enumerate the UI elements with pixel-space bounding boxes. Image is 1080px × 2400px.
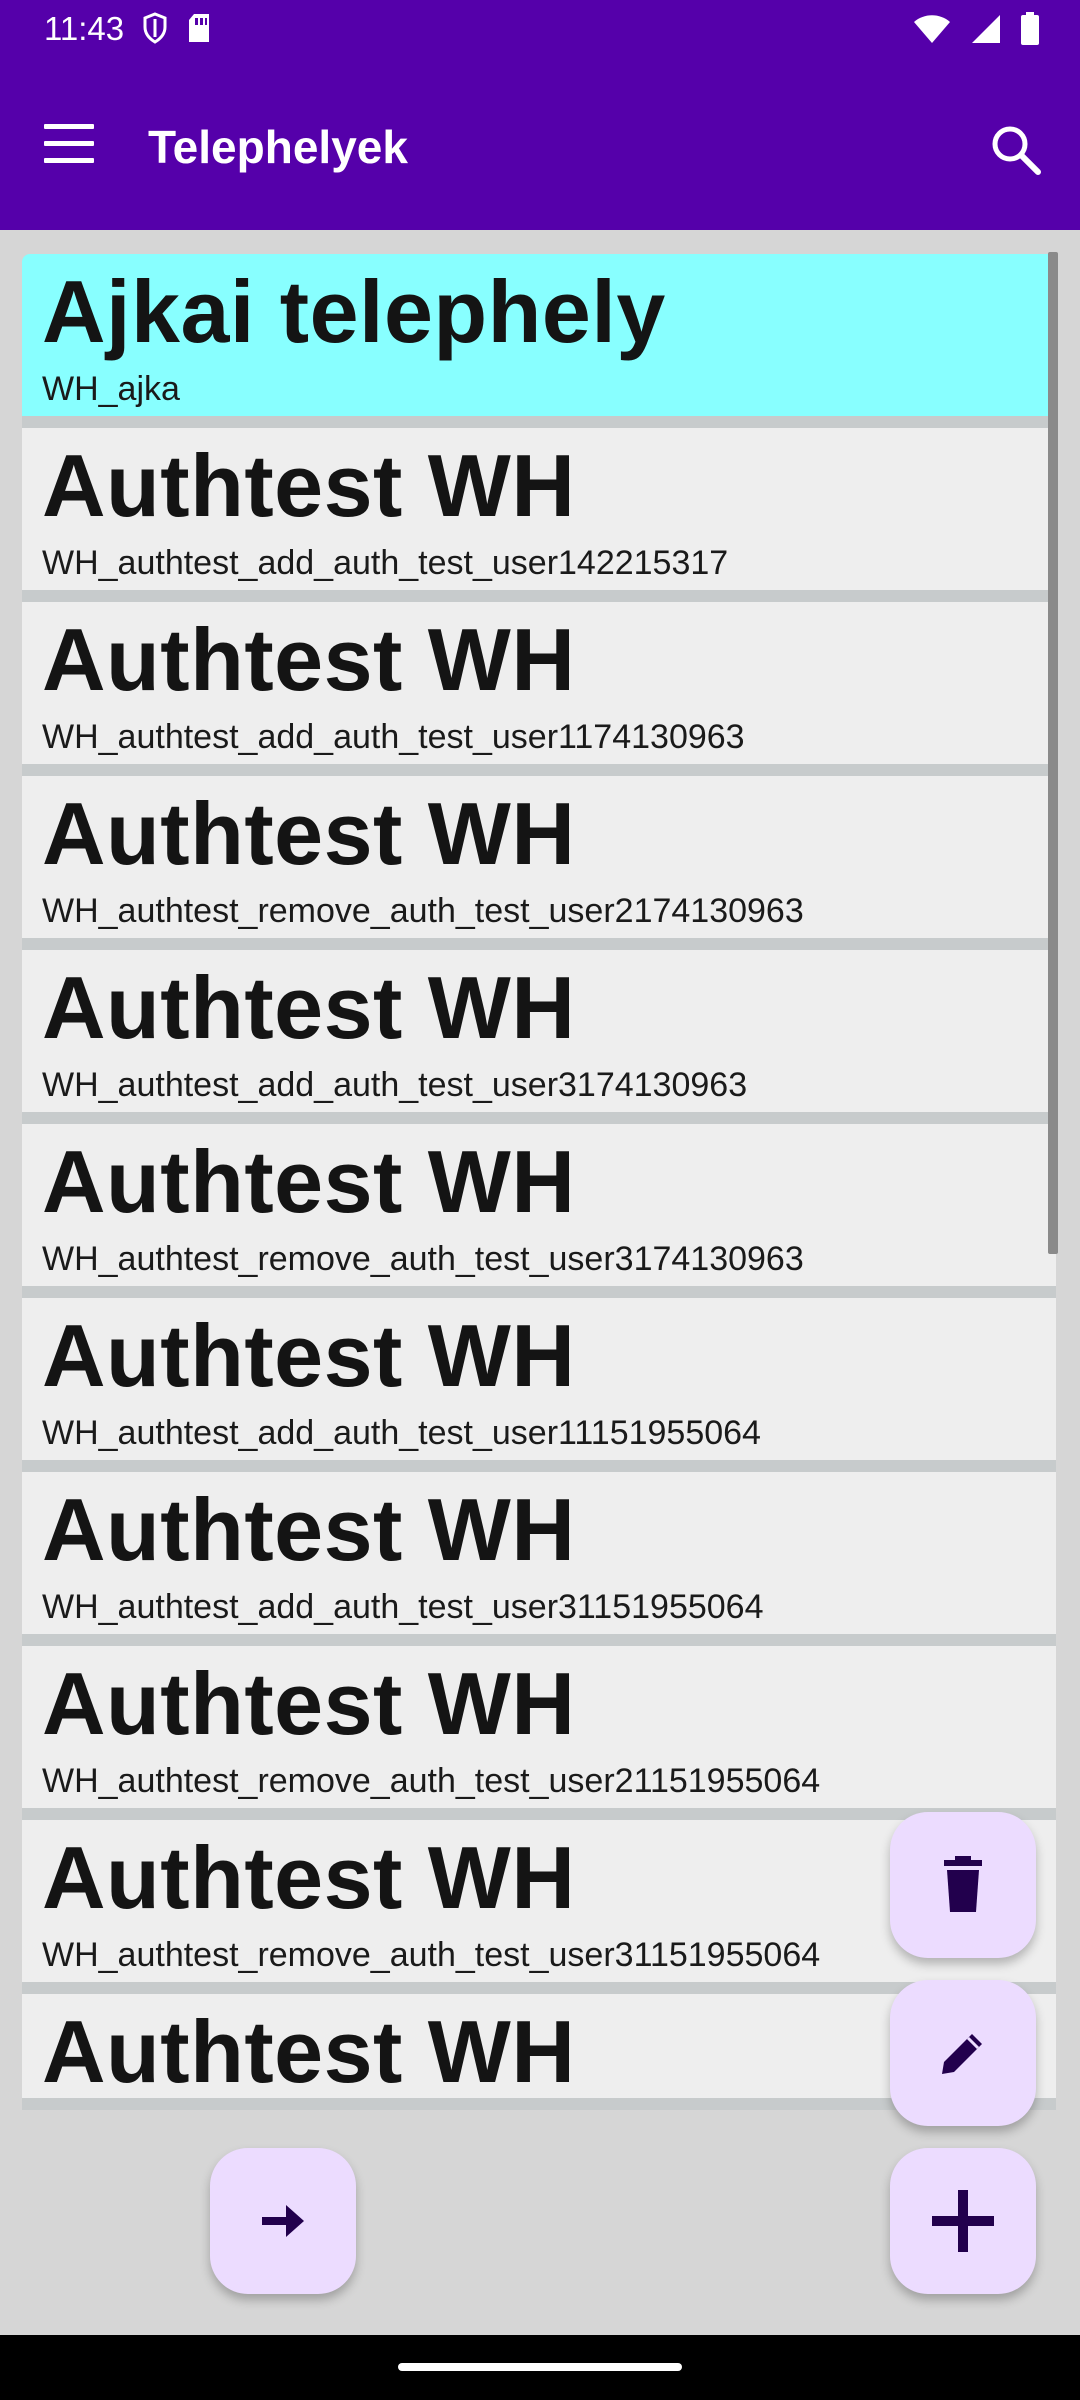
wifi-icon xyxy=(912,13,952,50)
warehouse-code: WH_ajka xyxy=(42,370,180,408)
warehouse-code: WH_authtest_add_auth_test_user142215317 xyxy=(42,544,729,582)
warehouse-list-item[interactable]: Authtest WH WH_authtest_add_auth_test_use… xyxy=(22,1298,1056,1472)
edit-button[interactable] xyxy=(890,1980,1036,2126)
trash-icon xyxy=(944,1856,982,1912)
warehouse-list-item[interactable]: Ajkai telephely WH_ajka xyxy=(22,254,1056,428)
warehouse-list-item[interactable]: Authtest WH WH_authtest_remove_auth_test_… xyxy=(22,1124,1056,1298)
pencil-icon xyxy=(942,2034,982,2074)
sd-card-icon xyxy=(186,12,212,49)
warehouse-list-item[interactable]: Authtest WH WH_authtest_remove_auth_test_… xyxy=(22,1646,1056,1820)
menu-button[interactable] xyxy=(44,124,98,168)
menu-icon xyxy=(44,124,94,129)
page-title: Telephelyek xyxy=(148,121,408,173)
warehouse-name: Ajkai telephely xyxy=(42,262,666,361)
shield-icon xyxy=(142,12,168,49)
warehouse-list-item[interactable]: Authtest WH WH_authtest_add_auth_test_use… xyxy=(22,950,1056,1124)
warehouse-name: Authtest WH xyxy=(42,958,576,1057)
status-time: 11:43 xyxy=(44,10,125,47)
warehouse-code: WH_authtest_add_auth_test_user3115195506… xyxy=(42,1588,764,1626)
scrollbar[interactable] xyxy=(1048,252,1058,1254)
warehouse-code: WH_authtest_add_auth_test_user3174130963 xyxy=(42,1066,748,1104)
warehouse-list-item[interactable]: Authtest WH WH_authtest_add_auth_test_use… xyxy=(22,428,1056,602)
add-button[interactable] xyxy=(890,2148,1036,2294)
warehouse-name: Authtest WH xyxy=(42,1132,576,1231)
search-button[interactable] xyxy=(988,122,1044,178)
warehouse-name: Authtest WH xyxy=(42,610,576,709)
app-bar: Telephelyek xyxy=(0,60,1080,230)
warehouse-code: WH_authtest_remove_auth_test_user2115195… xyxy=(42,1762,821,1800)
signal-icon xyxy=(970,13,1002,50)
warehouse-code: WH_authtest_add_auth_test_user1115195506… xyxy=(42,1414,761,1452)
warehouse-code: WH_authtest_remove_auth_test_user2174130… xyxy=(42,892,804,930)
arrow-right-icon xyxy=(262,2205,304,2237)
warehouse-name: Authtest WH xyxy=(42,1654,576,1753)
plus-icon xyxy=(932,2190,994,2252)
warehouse-code: WH_authtest_remove_auth_test_user3174130… xyxy=(42,1240,804,1278)
warehouse-code: WH_authtest_remove_auth_test_user3115195… xyxy=(42,1936,821,1974)
battery-icon xyxy=(1020,12,1040,51)
warehouse-name: Authtest WH xyxy=(42,1480,576,1579)
home-gesture-handle[interactable] xyxy=(398,2363,682,2371)
status-bar: 11:43 xyxy=(0,0,1080,60)
search-icon xyxy=(992,126,1041,175)
warehouse-list-item[interactable]: Authtest WH WH_authtest_add_auth_test_use… xyxy=(22,602,1056,776)
warehouse-code: WH_authtest_add_auth_test_user1174130963 xyxy=(42,718,745,756)
next-button[interactable] xyxy=(210,2148,356,2294)
warehouse-name: Authtest WH xyxy=(42,436,576,535)
delete-button[interactable] xyxy=(890,1812,1036,1958)
warehouse-list-item[interactable]: Authtest WH WH_authtest_remove_auth_test_… xyxy=(22,776,1056,950)
warehouse-name: Authtest WH xyxy=(42,784,576,883)
warehouse-name: Authtest WH xyxy=(42,1306,576,1405)
navigation-bar xyxy=(0,2335,1080,2400)
warehouse-list-item[interactable]: Authtest WH WH_authtest_add_auth_test_use… xyxy=(22,1472,1056,1646)
